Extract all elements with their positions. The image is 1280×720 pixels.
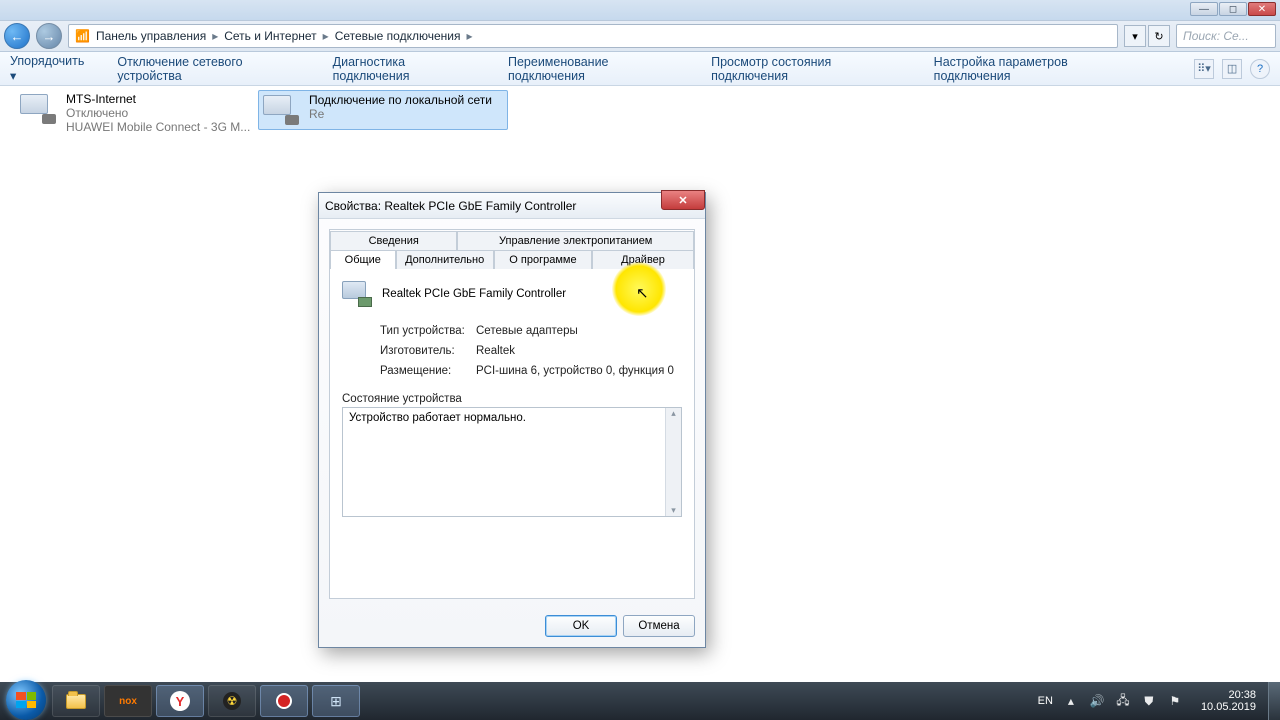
tab-advanced[interactable]: Дополнительно bbox=[396, 250, 494, 269]
tray-date: 10.05.2019 bbox=[1201, 701, 1256, 713]
breadcrumb-item[interactable]: Сеть и Интернет bbox=[224, 29, 316, 43]
tray-show-hidden-icon[interactable]: ▴ bbox=[1063, 693, 1079, 709]
tab-power-management[interactable]: Управление электропитанием bbox=[457, 231, 694, 250]
device-name: Realtek PCIe GbE Family Controller bbox=[382, 288, 566, 300]
tray-flag-icon[interactable]: ⚑ bbox=[1167, 693, 1183, 709]
breadcrumb-item[interactable]: Сетевые подключения bbox=[335, 29, 461, 43]
window-maximize-button[interactable]: ◻ bbox=[1219, 2, 1247, 16]
system-tray: EN ▴ 🔊 🖧 ⛊ ⚑ 20:38 10.05.2019 bbox=[1038, 689, 1268, 713]
taskbar-item-explorer[interactable] bbox=[52, 685, 100, 717]
device-icon bbox=[342, 281, 372, 307]
network-adapter-icon bbox=[261, 93, 301, 127]
breadcrumb-bar[interactable]: 📶 Панель управления▸ Сеть и Интернет▸ Се… bbox=[68, 24, 1118, 48]
taskbar-item-yandex[interactable]: Y bbox=[156, 685, 204, 717]
ok-button[interactable]: OK bbox=[545, 615, 617, 637]
tab-about[interactable]: О программе bbox=[494, 250, 592, 269]
dialog-title-text: Свойства: Realtek PCIe GbE Family Contro… bbox=[325, 199, 576, 213]
toolbar-disable-device[interactable]: Отключение сетевого устройства bbox=[117, 55, 308, 83]
tray-time: 20:38 bbox=[1201, 689, 1256, 701]
tray-language[interactable]: EN bbox=[1038, 695, 1053, 707]
help-button[interactable]: ? bbox=[1250, 59, 1270, 79]
folder-icon: 📶 bbox=[75, 29, 90, 43]
toolbar-diagnose[interactable]: Диагностика подключения bbox=[333, 55, 484, 83]
dialog-close-button[interactable]: ✕ bbox=[661, 190, 705, 210]
window-titlebar: — ◻ ✕ bbox=[0, 0, 1280, 20]
connection-name: Подключение по локальной сети bbox=[309, 93, 492, 107]
preview-pane-button[interactable]: ◫ bbox=[1222, 59, 1242, 79]
folder-icon bbox=[66, 694, 86, 709]
tray-clock[interactable]: 20:38 10.05.2019 bbox=[1193, 689, 1264, 713]
taskbar-item-recorder[interactable] bbox=[260, 685, 308, 717]
device-status-text: Устройство работает нормально. bbox=[349, 412, 526, 424]
show-desktop-button[interactable] bbox=[1268, 682, 1280, 720]
scrollbar[interactable]: ▴▾ bbox=[665, 408, 681, 516]
connection-device: Re bbox=[309, 107, 492, 121]
connection-item-mts[interactable]: MTS-Internet Отключено HUAWEI Mobile Con… bbox=[18, 92, 250, 134]
label-location: Размещение: bbox=[380, 365, 476, 377]
start-button[interactable] bbox=[6, 680, 46, 720]
tray-network-icon[interactable]: 🖧 bbox=[1115, 693, 1131, 709]
address-dropdown-button[interactable]: ▾ bbox=[1124, 25, 1146, 47]
connection-status: Отключено bbox=[66, 106, 250, 120]
tray-volume-icon[interactable]: 🔊 bbox=[1089, 693, 1105, 709]
group-device-status: Состояние устройства bbox=[342, 393, 682, 405]
value-manufacturer: Realtek bbox=[476, 345, 515, 357]
organize-menu[interactable]: Упорядочить ▾ bbox=[10, 54, 93, 83]
window-minimize-button[interactable]: — bbox=[1190, 2, 1218, 16]
address-refresh-button[interactable]: ↻ bbox=[1148, 25, 1170, 47]
toolbar-rename[interactable]: Переименование подключения bbox=[508, 55, 687, 83]
connection-item-lan[interactable]: Подключение по локальной сети Re bbox=[258, 90, 508, 130]
taskbar: nox Y ☢ ⊞ EN ▴ 🔊 🖧 ⛊ ⚑ 20:38 10.05.2019 bbox=[0, 682, 1280, 720]
search-input[interactable]: Поиск: Се... bbox=[1176, 24, 1276, 48]
nav-forward-button[interactable]: → bbox=[36, 23, 62, 49]
label-manufacturer: Изготовитель: bbox=[380, 345, 476, 357]
toolbar-view-status[interactable]: Просмотр состояния подключения bbox=[711, 55, 910, 83]
content-area: MTS-Internet Отключено HUAWEI Mobile Con… bbox=[0, 86, 1280, 646]
taskbar-item-nox[interactable]: nox bbox=[104, 685, 152, 717]
taskbar-item-app1[interactable]: ☢ bbox=[208, 685, 256, 717]
value-device-type: Сетевые адаптеры bbox=[476, 325, 578, 337]
taskbar-item-network[interactable]: ⊞ bbox=[312, 685, 360, 717]
network-adapter-icon bbox=[18, 92, 58, 126]
tab-general[interactable]: Общие bbox=[330, 250, 396, 269]
window-close-button[interactable]: ✕ bbox=[1248, 2, 1276, 16]
cancel-button[interactable]: Отмена bbox=[623, 615, 695, 637]
address-bar-row: ← → 📶 Панель управления▸ Сеть и Интернет… bbox=[0, 20, 1280, 52]
tab-content-general: Realtek PCIe GbE Family Controller Тип у… bbox=[330, 268, 694, 598]
device-properties-dialog: Свойства: Realtek PCIe GbE Family Contro… bbox=[318, 192, 706, 648]
view-options-button[interactable]: ⠿▾ bbox=[1194, 59, 1214, 79]
connection-name: MTS-Internet bbox=[66, 92, 250, 106]
nav-back-button[interactable]: ← bbox=[4, 23, 30, 49]
connection-device: HUAWEI Mobile Connect - 3G M... bbox=[66, 120, 250, 134]
value-location: PCI-шина 6, устройство 0, функция 0 bbox=[476, 365, 674, 377]
tray-shield-icon[interactable]: ⛊ bbox=[1141, 693, 1157, 709]
breadcrumb-item[interactable]: Панель управления bbox=[96, 29, 206, 43]
cursor-pointer-icon: ↖ bbox=[636, 284, 649, 302]
tab-details[interactable]: Сведения bbox=[330, 231, 457, 250]
toolbar-properties[interactable]: Настройка параметров подключения bbox=[934, 55, 1146, 83]
dialog-titlebar[interactable]: Свойства: Realtek PCIe GbE Family Contro… bbox=[319, 193, 705, 219]
command-toolbar: Упорядочить ▾ Отключение сетевого устрой… bbox=[0, 52, 1280, 86]
label-device-type: Тип устройства: bbox=[380, 325, 476, 337]
device-status-textbox[interactable]: Устройство работает нормально. ▴▾ bbox=[342, 407, 682, 517]
